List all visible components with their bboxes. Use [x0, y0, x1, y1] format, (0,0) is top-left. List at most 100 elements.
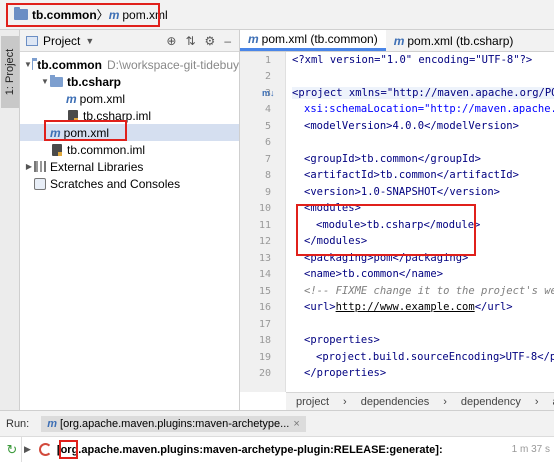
code-line: <module>tb.csharp</module>: [316, 219, 481, 231]
tree-item-label: tb.common.iml: [67, 142, 146, 157]
tree-item-scratches[interactable]: Scratches and Consoles: [20, 175, 239, 192]
line-number: 11: [258, 220, 271, 231]
tree-item-label: pom.xml: [79, 91, 126, 106]
expand-arrow-icon[interactable]: ▼: [24, 60, 32, 69]
line-number: 8: [264, 170, 271, 181]
chevron-right-icon: 〉: [96, 8, 109, 22]
code-editor[interactable]: <?xml version="1.0" encoding="UTF-8"?> <…: [292, 52, 554, 392]
code-line: xsi:schemaLocation="http://maven.apache.…: [304, 103, 554, 115]
code-line: <groupId>tb.common</groupId>: [304, 153, 482, 165]
code-line: <project xmlns="http://maven.apache.org/…: [292, 87, 554, 99]
tree-item-label: tb.csharp: [67, 74, 122, 89]
project-panel: Project ▼ ⊕ ⇅ ⚙ – ▼ tb.common D:\workspa…: [20, 30, 240, 410]
tab-label: pom.xml (tb.csharp): [407, 33, 514, 48]
code-line: <artifactId>tb.common</artifactId>: [304, 169, 519, 181]
code-line: <name>tb.common</name>: [304, 268, 444, 280]
breadcrumb-file-label: pom.xml: [122, 7, 168, 22]
expand-arrow-icon[interactable]: ▶: [24, 444, 31, 455]
breadcrumb-file[interactable]: m pom.xml: [109, 8, 168, 22]
tree-item-tb-common[interactable]: ▼ tb.common D:\workspace-git-tidebuy: [20, 56, 239, 73]
folder-icon: [14, 7, 28, 20]
breadcrumb-project[interactable]: tb.common: [14, 7, 97, 22]
line-number: 17: [258, 319, 271, 330]
tree-item-path: D:\workspace-git-tidebuy: [106, 57, 239, 72]
chevron-right-icon: ›: [534, 395, 539, 408]
line-number: 20: [258, 368, 271, 379]
xml-crumb[interactable]: dependency: [461, 396, 521, 408]
line-number: 16: [258, 302, 271, 313]
tree-item-label: tb.common: [37, 57, 102, 72]
run-output: ↻ ▶ [org.apache.maven.plugins:maven-arch…: [0, 436, 554, 462]
line-number: 7: [264, 154, 271, 165]
xml-breadcrumb: project › dependencies › dependency › ar…: [286, 392, 554, 410]
xml-crumb[interactable]: dependencies: [361, 396, 430, 408]
iml-file-icon: [52, 143, 62, 156]
tree-item-external-libraries[interactable]: ▶ External Libraries: [20, 158, 239, 175]
code-line: <project.build.sourceEncoding>UTF-8</pro…: [316, 351, 554, 363]
line-number: 2: [264, 71, 271, 82]
left-tool-strip: 1: Project: [0, 30, 20, 410]
chevron-right-icon: ›: [343, 395, 347, 408]
line-number: 13: [258, 253, 271, 264]
project-tree: ▼ tb.common D:\workspace-git-tidebuy ▼ t…: [20, 52, 239, 192]
run-tab-label: [org.apache.maven.plugins:maven-archetyp…: [60, 417, 290, 430]
tree-item-common-iml[interactable]: tb.common.iml: [20, 141, 239, 158]
minimize-icon[interactable]: –: [224, 34, 231, 48]
tab-pom-tb-common[interactable]: m pom.xml (tb.common): [240, 30, 386, 51]
locate-icon[interactable]: ⊕: [166, 34, 176, 48]
tree-item-label: pom.xml: [63, 125, 110, 140]
code-link[interactable]: http://www.example.com: [336, 301, 475, 313]
tree-item-csharp-pom[interactable]: m pom.xml: [20, 90, 239, 107]
breadcrumb: tb.common 〉 m pom.xml: [0, 0, 554, 30]
line-number: 6: [264, 137, 271, 148]
expand-arrow-icon[interactable]: ▼: [40, 77, 50, 86]
line-number: 10: [258, 203, 271, 214]
project-tool-tab-label: 1: Project: [4, 48, 16, 96]
line-number: 14: [258, 269, 271, 280]
maven-gutter-icon[interactable]: m↓: [262, 88, 275, 98]
breadcrumb-project-label: tb.common: [32, 7, 97, 22]
run-label: Run:: [6, 417, 30, 430]
module-folder-icon: [50, 74, 63, 87]
project-panel-tools: ⊕ ⇅ ⚙ –: [166, 34, 239, 48]
library-icon: [34, 161, 46, 172]
editor-tabs: m pom.xml (tb.common) m pom.xml (tb.csha…: [240, 30, 554, 52]
line-number: 12: [258, 236, 271, 247]
run-command: [org.apache.maven.plugins:maven-archetyp…: [56, 443, 443, 456]
line-number: 15: [258, 286, 271, 297]
project-panel-title[interactable]: Project: [43, 34, 80, 48]
editor-area: m pom.xml (tb.common) m pom.xml (tb.csha…: [240, 30, 554, 410]
project-view-icon: [26, 35, 38, 46]
code-line: </modules>: [304, 235, 368, 247]
maven-icon: m: [50, 125, 61, 140]
collapse-icon[interactable]: ⇅: [185, 34, 195, 48]
iml-file-icon: [68, 109, 78, 122]
chevron-right-icon: ›: [443, 395, 447, 408]
code-line: <url>http://www.example.com</url>: [304, 301, 513, 313]
tab-pom-tb-csharp[interactable]: m pom.xml (tb.csharp): [386, 30, 522, 51]
run-side-toolbar: [0, 437, 22, 462]
scratches-icon: [34, 177, 46, 190]
gear-icon[interactable]: ⚙: [205, 34, 216, 48]
collapse-arrow-icon[interactable]: ▶: [24, 162, 34, 171]
code-token: </url>: [474, 301, 513, 313]
spinner-icon: [38, 443, 52, 456]
code-line: <?xml version="1.0" encoding="UTF-8"?>: [292, 54, 533, 66]
tree-item-csharp-iml[interactable]: tb.csharp.iml: [20, 107, 239, 124]
tree-item-label: Scratches and Consoles: [50, 176, 181, 191]
close-icon[interactable]: ×: [293, 418, 299, 430]
xml-crumb[interactable]: project: [296, 396, 329, 408]
code-line: </properties>: [304, 367, 387, 379]
run-tab[interactable]: m [org.apache.maven.plugins:maven-archet…: [41, 415, 306, 432]
tree-item-tb-csharp[interactable]: ▼ tb.csharp: [20, 73, 239, 90]
code-line: <modelVersion>4.0.0</modelVersion>: [304, 120, 519, 132]
project-tool-tab[interactable]: 1: Project: [1, 36, 19, 108]
maven-icon: m: [248, 32, 259, 46]
code-token: <url>: [304, 301, 336, 313]
project-panel-header: Project ▼ ⊕ ⇅ ⚙ –: [20, 30, 239, 52]
chevron-down-icon[interactable]: ▼: [85, 36, 94, 46]
run-toolbar: Run: m [org.apache.maven.plugins:maven-a…: [0, 410, 554, 436]
line-number: 9: [264, 187, 271, 198]
tree-item-label: External Libraries: [50, 159, 144, 174]
tree-item-common-pom[interactable]: m pom.xml: [20, 124, 239, 141]
